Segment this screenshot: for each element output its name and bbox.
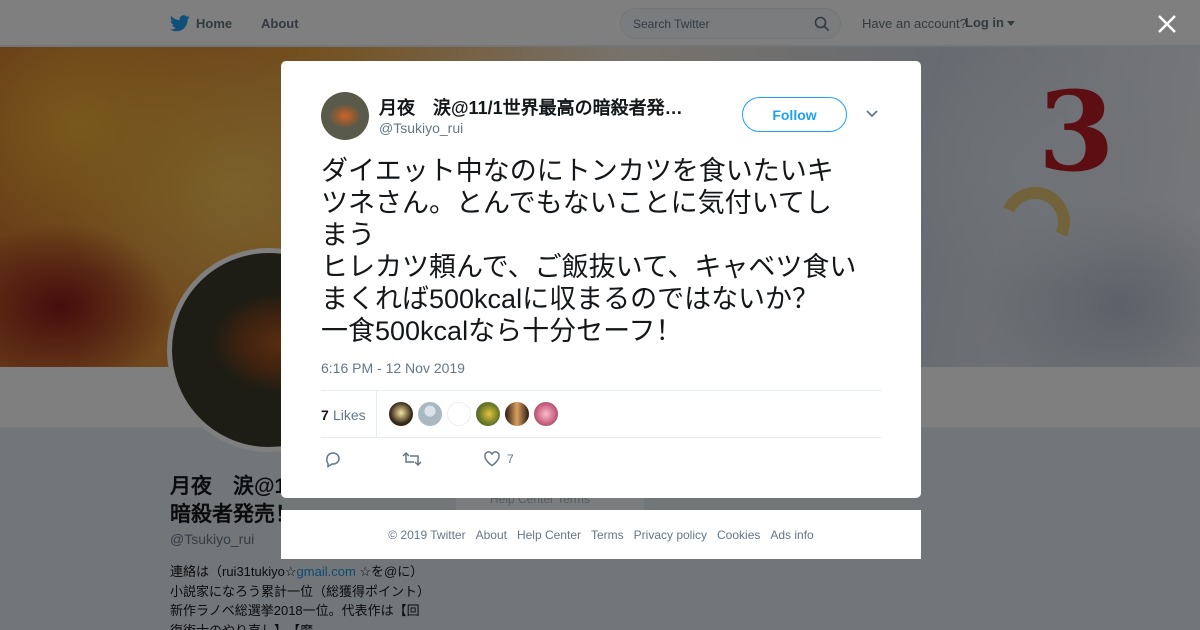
tweet-author-handle[interactable]: @Tsukiyo_rui bbox=[379, 120, 463, 136]
tweet-author-name[interactable]: 月夜 涙@11/1世界最高の暗殺者発売！ bbox=[379, 94, 689, 120]
likes-label[interactable]: Likes bbox=[333, 407, 366, 423]
tweet-text-line: 一食500kcalなら十分セーフ！ bbox=[321, 316, 683, 346]
tweet-text-line: ヒレカツ頼んで、ご飯抜いて、キャベツ食い bbox=[321, 252, 857, 282]
modal-footer: © 2019 Twitter About Help Center Terms P… bbox=[281, 510, 921, 559]
like-button[interactable]: 7 bbox=[483, 449, 514, 469]
likes-count[interactable]: 7 bbox=[321, 407, 329, 423]
footer-ads-link[interactable]: Ads info bbox=[770, 528, 813, 542]
footer-terms-link[interactable]: Terms bbox=[591, 528, 624, 542]
follow-button[interactable]: Follow bbox=[742, 97, 847, 132]
chevron-down-icon[interactable] bbox=[865, 109, 879, 119]
footer-cookies-link[interactable]: Cookies bbox=[717, 528, 760, 542]
stats-divider bbox=[376, 391, 377, 437]
liker-avatar[interactable] bbox=[476, 402, 500, 426]
retweet-button[interactable] bbox=[402, 449, 422, 469]
tweet-stats: 7 Likes bbox=[321, 390, 881, 438]
tweet-timestamp[interactable]: 6:16 PM - 12 Nov 2019 bbox=[321, 360, 465, 376]
footer-about-link[interactable]: About bbox=[476, 528, 507, 542]
liker-avatar[interactable] bbox=[534, 402, 558, 426]
tweet-text: ダイエット中なのにトンカツを食いたいキ ツネさん。とんでもないことに気付いてし … bbox=[321, 155, 886, 347]
reply-button[interactable] bbox=[324, 449, 342, 469]
heart-icon bbox=[484, 451, 500, 467]
retweet-icon bbox=[402, 451, 422, 467]
tweet-text-line: まくれば500kcalに収まるのではないか？ bbox=[321, 284, 820, 314]
footer-copyright: © 2019 Twitter bbox=[388, 527, 466, 542]
tweet-text-line: ダイエット中なのにトンカツを食いたいキ bbox=[321, 156, 834, 186]
liker-avatar[interactable] bbox=[389, 402, 413, 426]
footer-help-link[interactable]: Help Center bbox=[517, 528, 581, 542]
liker-avatar[interactable] bbox=[418, 402, 442, 426]
tweet-text-line: まう bbox=[321, 220, 375, 250]
like-count: 7 bbox=[507, 452, 514, 466]
tweet-modal: 月夜 涙@11/1世界最高の暗殺者発売！ @Tsukiyo_rui Follow… bbox=[281, 61, 921, 498]
liker-avatar[interactable] bbox=[447, 402, 471, 426]
close-icon[interactable] bbox=[1155, 12, 1179, 36]
reply-icon bbox=[326, 452, 340, 468]
tweet-actions: 7 bbox=[321, 449, 881, 473]
tweet-text-line: ツネさん。とんでもないことに気付いてし bbox=[321, 188, 832, 218]
tweet-author-avatar[interactable] bbox=[321, 92, 369, 140]
footer-privacy-link[interactable]: Privacy policy bbox=[634, 528, 707, 542]
liker-avatar[interactable] bbox=[505, 402, 529, 426]
